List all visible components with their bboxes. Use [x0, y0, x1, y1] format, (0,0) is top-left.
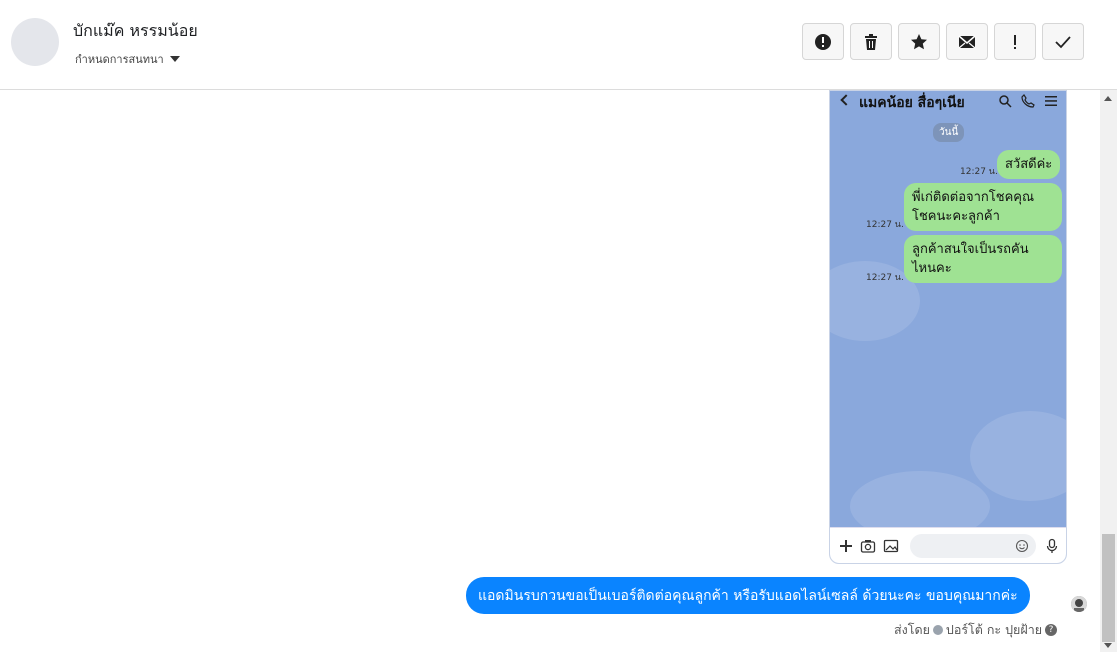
cloud-decoration — [970, 411, 1066, 501]
scroll-down-arrow-icon[interactable] — [1104, 643, 1112, 648]
line-chat-screenshot[interactable]: แมคน้อย สื่อๆเนีย วันนี้ 12:27 น. สวัสดี… — [829, 90, 1067, 564]
outgoing-message-bubble[interactable]: แอดมินรบกวนขอเป็นเบอร์ติดต่อคุณลูกค้า หร… — [466, 577, 1030, 614]
phone-icon — [1021, 94, 1035, 108]
star-button[interactable] — [898, 23, 940, 60]
set-conversation-dropdown[interactable]: กำหนดการสนทนา — [75, 50, 180, 68]
sent-by-prefix: ส่งโดย — [894, 622, 930, 637]
scroll-up-arrow-icon[interactable] — [1104, 96, 1112, 101]
mail-button[interactable] — [946, 23, 988, 60]
sender-avatar — [1071, 596, 1087, 612]
help-icon[interactable]: ? — [1045, 624, 1058, 636]
sender-avatar-image — [1071, 596, 1087, 612]
microphone-icon — [1046, 538, 1058, 553]
line-chat-title: แมคน้อย สื่อๆเนีย — [859, 95, 965, 111]
header-actions — [802, 23, 1084, 60]
delete-button[interactable] — [850, 23, 892, 60]
image-icon — [883, 539, 899, 553]
line-message-bubble: สวัสดีค่ะ — [997, 150, 1061, 179]
important-button[interactable] — [994, 23, 1036, 60]
menu-icon — [1045, 96, 1057, 106]
plus-icon — [840, 540, 852, 552]
outgoing-message-text: แอดมินรบกวนขอเป็นเบอร์ติดต่อคุณลูกค้า หร… — [478, 587, 1018, 604]
line-message-bubble: พี่เก่ติดต่อจากโชคคุณ โชคนะคะลูกค้า — [904, 183, 1062, 231]
conversation-body: แมคน้อย สื่อๆเนีย วันนี้ 12:27 น. สวัสดี… — [0, 90, 1100, 652]
line-message-input — [910, 534, 1036, 558]
done-button[interactable] — [1042, 23, 1084, 60]
line-chat-header: แมคน้อย สื่อๆเนีย — [830, 91, 1066, 111]
scrollbar[interactable] — [1100, 90, 1117, 652]
avatar[interactable] — [11, 18, 59, 66]
exclamation-icon — [1014, 34, 1016, 49]
message-time: 12:27 น. — [960, 167, 998, 177]
contact-name: บักแม๊ค หรรมน้อย — [73, 21, 198, 40]
scrollbar-thumb[interactable] — [1102, 534, 1115, 642]
caret-down-icon — [169, 56, 180, 62]
date-label: วันนี้ — [933, 123, 965, 142]
check-icon — [1055, 35, 1071, 48]
line-input-bar — [830, 527, 1066, 563]
line-message-bubble: ลูกค้าสนใจเป็นรถคัน ไหนคะ — [904, 235, 1062, 283]
message-time: 12:27 น. — [866, 273, 904, 283]
search-icon — [999, 95, 1012, 108]
back-arrow-icon — [840, 94, 852, 106]
star-icon — [911, 33, 927, 49]
verified-icon — [932, 625, 943, 635]
envelope-icon — [958, 34, 976, 48]
sent-by-name: ปอร์โต้ กะ ปุยฝ้าย — [945, 622, 1043, 637]
emoji-icon — [1015, 539, 1029, 553]
exclamation-circle-icon — [815, 33, 831, 50]
conversation-header: บักแม๊ค หรรมน้อย กำหนดการสนทนา — [0, 0, 1117, 90]
camera-icon — [860, 540, 876, 553]
message-time: 12:27 น. — [866, 220, 904, 230]
sent-by-line: ส่งโดย ปอร์โต้ กะ ปุยฝ้าย ? — [894, 620, 1058, 640]
trash-icon — [865, 33, 877, 50]
spam-button[interactable] — [802, 23, 844, 60]
set-conversation-label: กำหนดการสนทนา — [75, 53, 164, 66]
